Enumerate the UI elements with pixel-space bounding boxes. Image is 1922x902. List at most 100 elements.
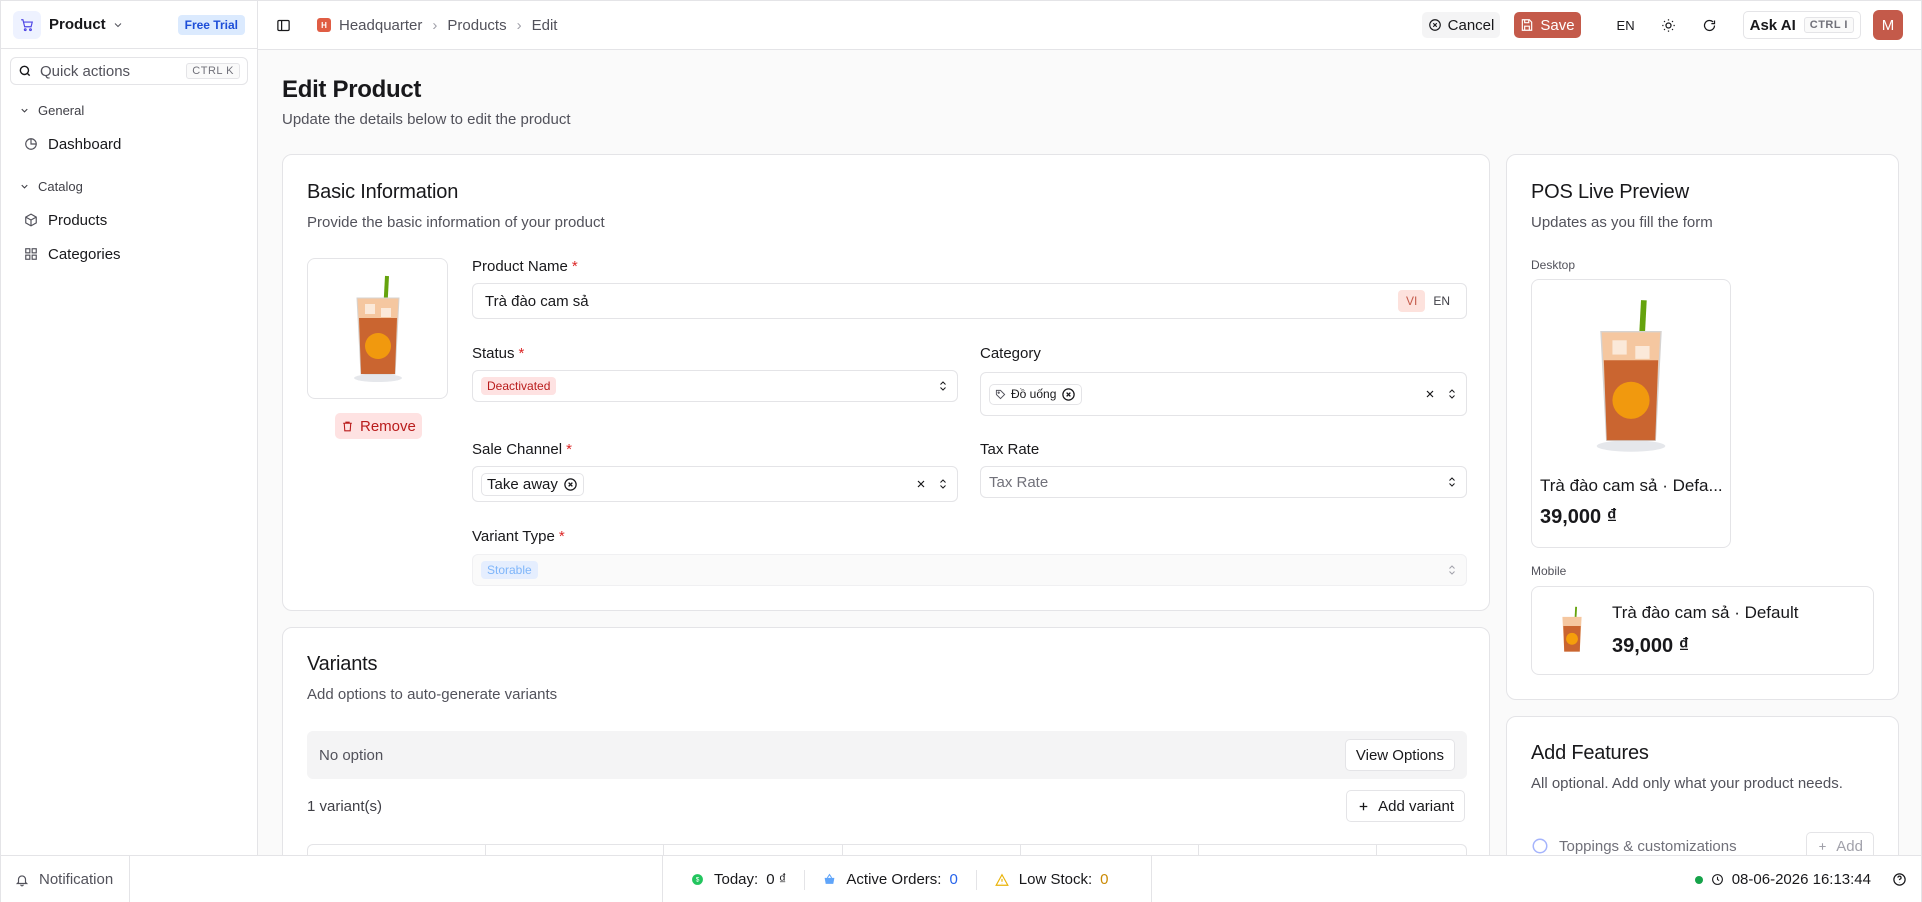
sidebar-item-label: Products xyxy=(48,211,108,229)
tag-icon xyxy=(995,389,1006,399)
required-marker: * xyxy=(566,441,572,458)
desktop-label: Desktop xyxy=(1531,258,1576,272)
feature-toppings: Toppings & customizations Add xyxy=(1531,832,1874,855)
save-label: Save xyxy=(1540,16,1575,34)
header-actions: Cancel Save EN Ask AI CTRL I M xyxy=(1421,10,1903,40)
label-text: Sale Channel xyxy=(472,441,563,458)
clear-icon[interactable] xyxy=(1424,388,1436,400)
required-marker: * xyxy=(518,345,525,362)
view-options-button[interactable]: View Options xyxy=(1344,739,1455,771)
label-text: Product Name xyxy=(472,258,568,275)
language-switcher[interactable]: EN xyxy=(1617,18,1635,33)
avatar[interactable]: M xyxy=(1873,10,1903,40)
nav-group-general[interactable]: General xyxy=(1,97,257,123)
breadcrumb-products[interactable]: Products xyxy=(447,17,506,34)
add-variant-button[interactable]: Add variant xyxy=(1346,790,1465,822)
section-title: Basic Information xyxy=(307,181,459,203)
label-text: Status xyxy=(472,345,515,362)
sidebar-toggle-icon[interactable] xyxy=(276,18,291,33)
stat-today: $ Today: 0 ₫ xyxy=(691,871,786,888)
table-header-cell xyxy=(308,845,487,855)
nav-group-catalog[interactable]: Catalog xyxy=(1,173,257,199)
chevron-updown-icon xyxy=(1449,565,1455,575)
product-image[interactable] xyxy=(307,258,448,399)
top-bar: H Headquarter › Products › Edit Cancel S… xyxy=(258,1,1921,50)
tax-rate-select[interactable]: Tax Rate xyxy=(980,466,1467,498)
section-subtitle: All optional. Add only what your product… xyxy=(1531,775,1843,792)
quick-actions-search[interactable]: Quick actions CTRL K xyxy=(10,57,248,85)
status-bar: Notification $ Today: 0 ₫ Active Orders:… xyxy=(1,855,1921,902)
ask-ai-label: Ask AI xyxy=(1749,16,1796,34)
plus-icon xyxy=(1819,842,1827,850)
sidebar-item-categories[interactable]: Categories xyxy=(1,237,257,271)
breadcrumb-headquarter[interactable]: Headquarter xyxy=(339,17,422,34)
status-badge: Deactivated xyxy=(481,377,557,395)
pos-stats: $ Today: 0 ₫ Active Orders: 0 Low Stock:… xyxy=(662,856,1152,902)
tax-rate-label: Tax Rate xyxy=(980,441,1040,458)
mobile-preview-image xyxy=(1532,603,1612,659)
coin-icon: $ xyxy=(692,874,703,885)
ask-ai-button[interactable]: Ask AI CTRL I xyxy=(1742,11,1861,39)
category-chip: Đồ uống xyxy=(989,383,1083,405)
refresh-icon[interactable] xyxy=(1702,18,1717,33)
trial-badge[interactable]: Free Trial xyxy=(177,14,245,35)
chevron-updown-icon xyxy=(940,381,946,391)
app-switcher[interactable]: Product Free Trial xyxy=(1,1,257,49)
lang-en-tab[interactable]: EN xyxy=(1425,290,1458,312)
variants-card: Variants Add options to auto-generate va… xyxy=(282,627,1490,855)
no-option-text: No option xyxy=(319,746,384,764)
chevron-updown-icon xyxy=(1449,389,1455,399)
stat-value: 0 ₫ xyxy=(766,871,787,888)
breadcrumb: H Headquarter › Products › Edit xyxy=(317,17,557,34)
close-circle-icon xyxy=(1428,19,1441,31)
category-chip-label: Đồ uống xyxy=(1011,387,1057,401)
stat-low-stock: Low Stock: 0 xyxy=(994,871,1109,888)
status-label: Status * xyxy=(472,345,524,362)
cancel-button[interactable]: Cancel xyxy=(1421,12,1501,38)
clock-icon xyxy=(1711,874,1723,885)
lang-vi-tab[interactable]: VI xyxy=(1397,290,1426,312)
stat-label: Low Stock: xyxy=(1018,871,1093,888)
clock: 08-06-2026 16:13:44 xyxy=(1694,871,1871,888)
variants-table-header xyxy=(307,844,1467,855)
remove-chip-icon[interactable] xyxy=(1061,387,1076,402)
notification-button[interactable]: Notification xyxy=(1,856,130,902)
help-icon[interactable] xyxy=(1892,872,1907,887)
main-content: Edit Product Update the details below to… xyxy=(258,50,1921,855)
sale-channel-select[interactable]: Take away xyxy=(472,466,958,502)
shortcut-badge: CTRL K xyxy=(186,63,240,79)
required-marker: * xyxy=(571,258,578,275)
feature-label: Toppings & customizations xyxy=(1559,837,1737,855)
label-text: Variant Type xyxy=(472,528,555,545)
clear-icon[interactable] xyxy=(915,478,927,490)
svg-text:$: $ xyxy=(696,877,700,884)
chevron-updown-icon xyxy=(940,479,946,489)
status-select[interactable]: Deactivated xyxy=(472,370,958,402)
sidebar-item-dashboard[interactable]: Dashboard xyxy=(1,127,257,161)
sidebar: Product Free Trial Quick actions CTRL K … xyxy=(1,1,258,855)
remove-image-button[interactable]: Remove xyxy=(335,413,422,439)
datetime: 08-06-2026 16:13:44 xyxy=(1731,871,1871,888)
variant-type-select: Storable xyxy=(472,554,1467,586)
mobile-preview-tile: Trà đào cam sả · Default 39,000 ₫ xyxy=(1531,586,1874,675)
table-header-cell xyxy=(664,845,843,855)
product-name-input[interactable]: Trà đào cam sả VI EN xyxy=(472,283,1467,319)
drink-image xyxy=(353,275,402,382)
variant-type-badge: Storable xyxy=(481,561,538,579)
stat-label: Today: xyxy=(714,871,759,888)
toppings-icon xyxy=(1532,838,1548,854)
category-select[interactable]: Đồ uống xyxy=(980,372,1467,416)
table-header-cell xyxy=(1377,845,1466,855)
save-button[interactable]: Save xyxy=(1514,12,1581,38)
online-indicator xyxy=(1694,875,1703,884)
warning-icon xyxy=(994,873,1009,886)
desktop-preview-image xyxy=(1532,280,1730,472)
add-feature-button[interactable]: Add xyxy=(1806,832,1874,855)
remove-chip-icon[interactable] xyxy=(563,477,578,492)
grid-icon xyxy=(25,248,37,260)
sidebar-item-products[interactable]: Products xyxy=(1,203,257,237)
sun-icon[interactable] xyxy=(1661,18,1676,33)
box-icon xyxy=(25,213,37,227)
nav-group-label: Catalog xyxy=(38,178,83,194)
drink-image xyxy=(1562,606,1582,652)
